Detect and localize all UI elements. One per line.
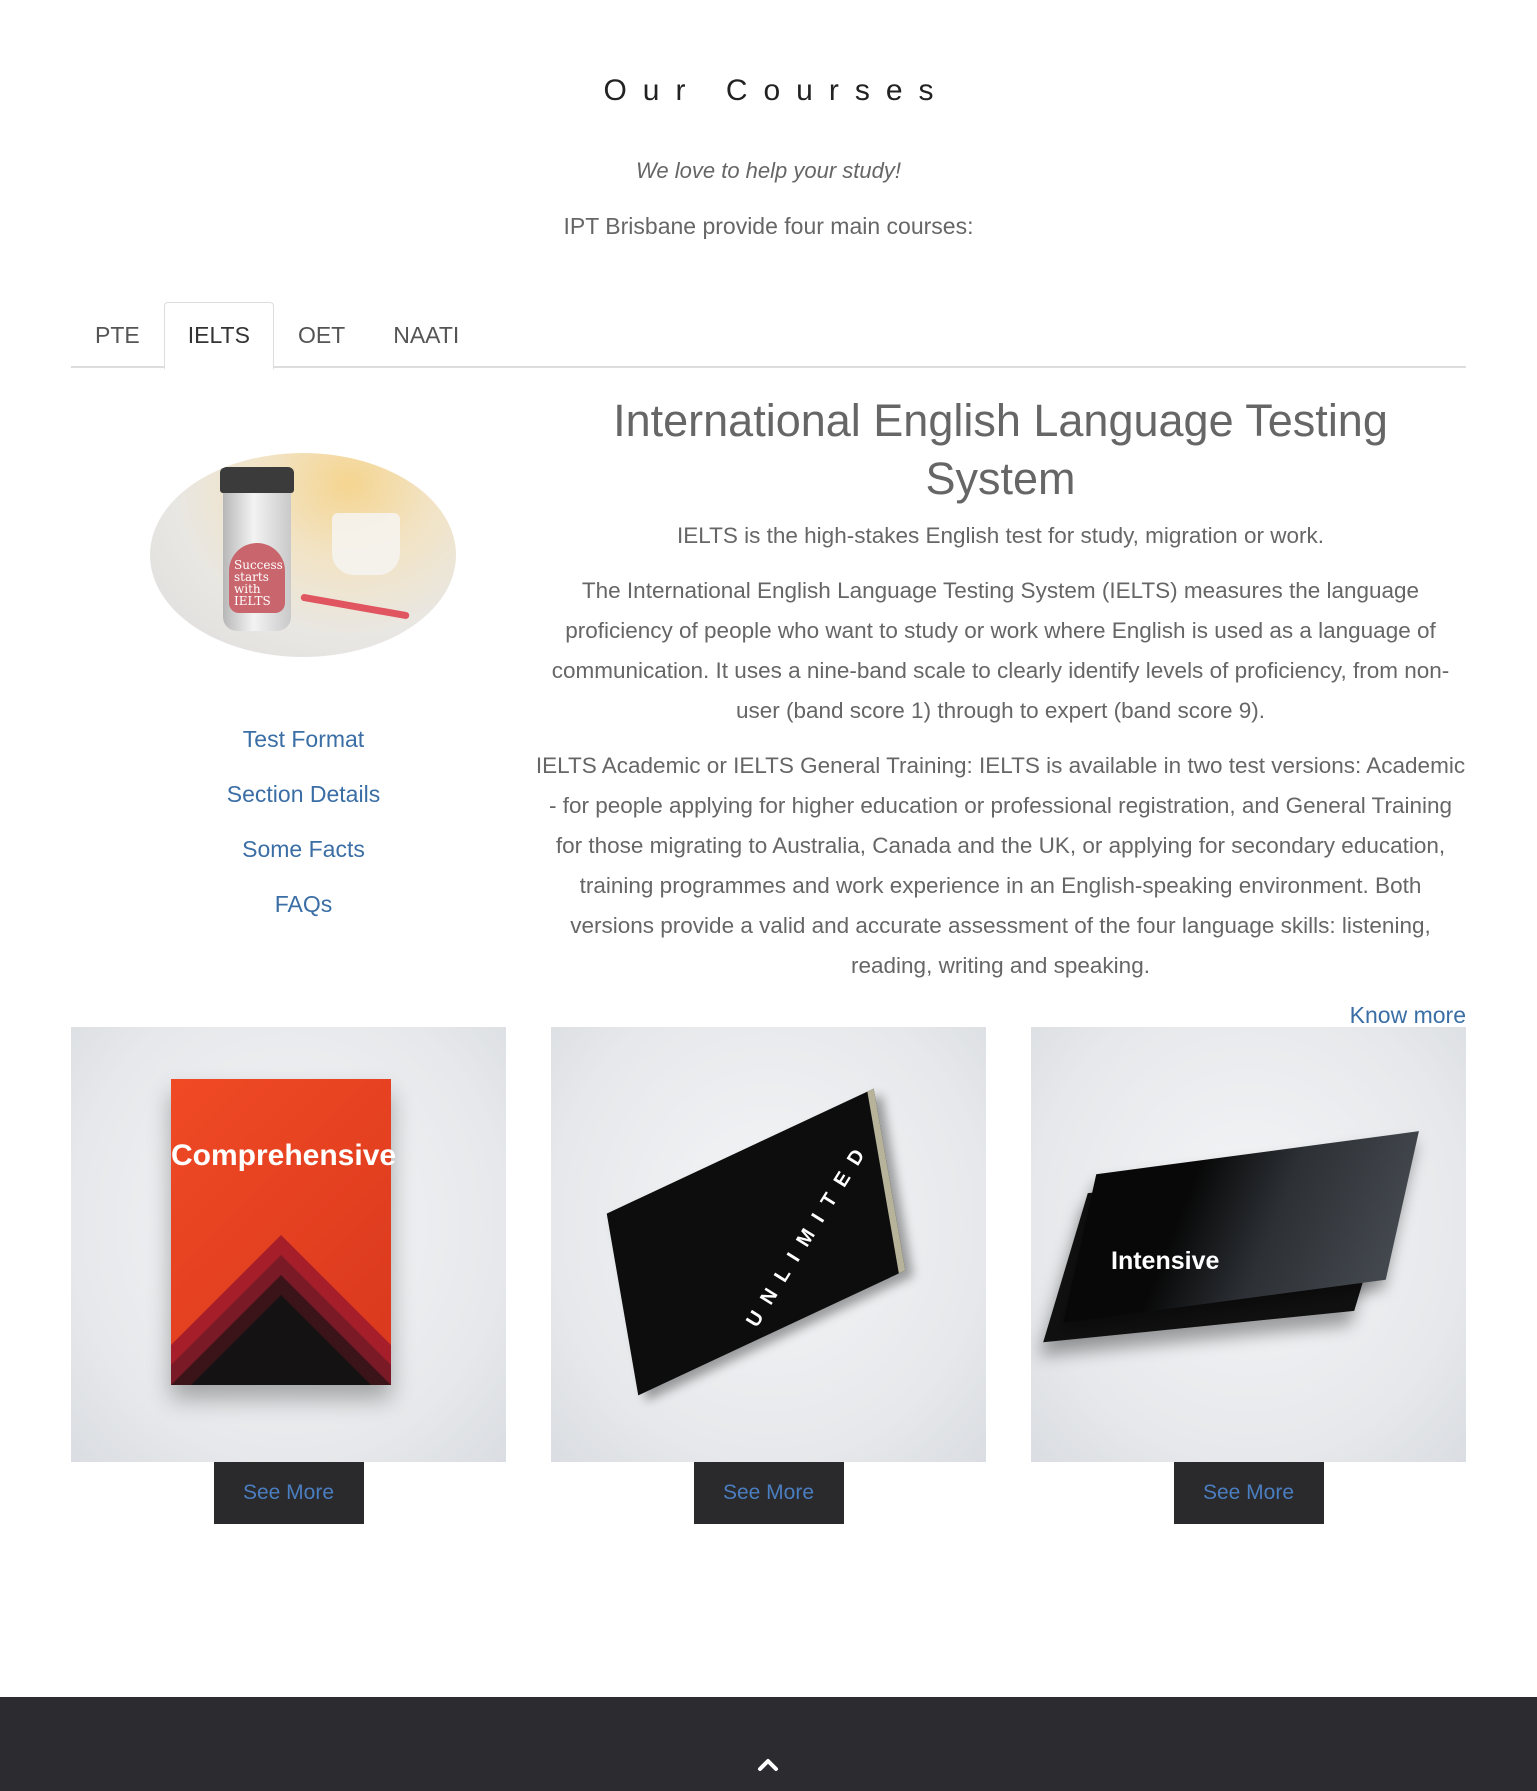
section-heading: Our Courses xyxy=(603,74,950,107)
course-description: The International English Language Testi… xyxy=(551,578,1450,723)
tab-oet[interactable]: OET xyxy=(274,302,369,368)
card-image: Comprehensive xyxy=(71,1027,506,1462)
know-more-link[interactable]: Know more xyxy=(535,1002,1466,1029)
ielts-image: Success starts with IELTS xyxy=(150,453,456,657)
tab-ielts[interactable]: IELTS xyxy=(163,302,274,370)
link-some-facts[interactable]: Some Facts xyxy=(71,822,536,877)
pen-shape xyxy=(300,593,410,620)
book-title: Intensive xyxy=(1111,1247,1220,1275)
tab-naati[interactable]: NAATI xyxy=(369,302,483,368)
see-more-button[interactable]: See More xyxy=(693,1462,844,1524)
section-tagline: We love to help your study! xyxy=(636,158,901,183)
course-tabs: PTE IELTS OET NAATI xyxy=(71,302,1466,370)
link-section-details[interactable]: Section Details xyxy=(71,767,536,822)
card-image: UNLIMITED xyxy=(551,1027,986,1462)
link-faqs[interactable]: FAQs xyxy=(71,877,536,932)
chevron-graphic xyxy=(171,1235,391,1385)
see-more-button[interactable]: See More xyxy=(213,1462,364,1524)
see-more-button[interactable]: See More xyxy=(1173,1462,1324,1524)
card-image: Intensive xyxy=(1031,1027,1466,1462)
course-content: International English Language Testing S… xyxy=(535,392,1466,1029)
course-lead: IELTS is the high-stakes English test fo… xyxy=(677,523,1324,548)
course-card-comprehensive: Comprehensive See More xyxy=(71,1027,506,1524)
section-intro: IPT Brisbane provide four main courses: xyxy=(563,213,974,239)
cup-text: Success starts with IELTS xyxy=(234,558,283,608)
course-versions: IELTS Academic or IELTS General Training… xyxy=(535,753,1466,978)
tab-pte[interactable]: PTE xyxy=(71,302,164,368)
course-card-intensive: Intensive See More xyxy=(1031,1027,1466,1524)
book-cover: Comprehensive xyxy=(171,1079,397,1385)
chevron-up-icon[interactable] xyxy=(757,1754,779,1776)
course-title: International English Language Testing S… xyxy=(613,395,1388,504)
book-title: Comprehensive xyxy=(171,1139,397,1172)
book-cover xyxy=(1063,1131,1419,1323)
course-card-unlimited: UNLIMITED See More xyxy=(551,1027,986,1524)
link-test-format[interactable]: Test Format xyxy=(71,712,536,767)
side-links: Test Format Section Details Some Facts F… xyxy=(71,712,536,932)
book-cover xyxy=(606,1088,906,1396)
footer xyxy=(0,1697,1537,1791)
mug-shape xyxy=(332,513,400,575)
